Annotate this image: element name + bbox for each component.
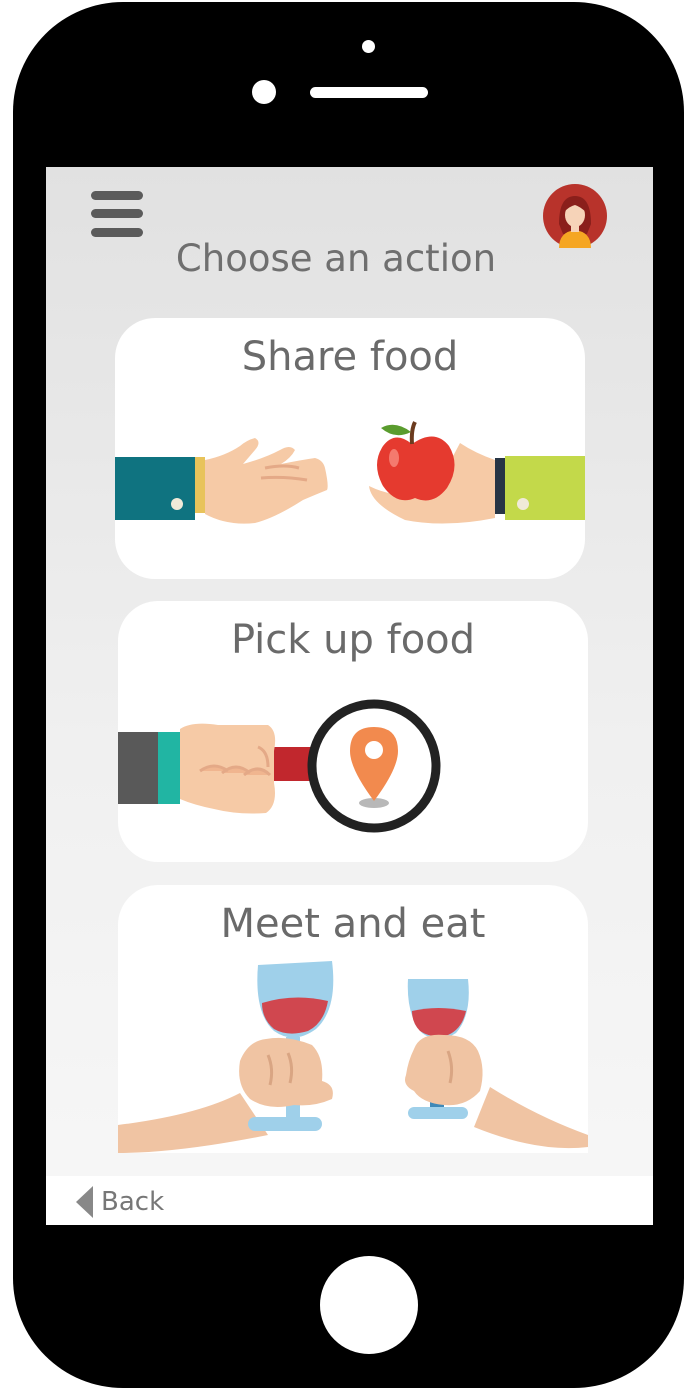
proximity-sensor <box>252 80 276 104</box>
earpiece-speaker <box>310 87 428 98</box>
app-screen: Choose an action Share food Pick up food… <box>46 167 653 1225</box>
bottom-bar: Back <box>46 1176 653 1225</box>
share-food-card[interactable]: Share food <box>115 318 585 579</box>
meet-and-eat-card[interactable]: Meet and eat <box>118 885 588 1153</box>
hamburger-menu-icon[interactable] <box>91 191 143 237</box>
back-button[interactable]: Back <box>76 1186 164 1218</box>
wine-glasses-toast-icon <box>118 961 588 1153</box>
page-title: Choose an action <box>175 237 497 280</box>
front-camera <box>362 40 375 53</box>
back-arrow-icon <box>76 1186 93 1218</box>
back-label: Back <box>101 1187 165 1217</box>
magnifier-location-pin-icon <box>118 699 441 833</box>
home-button[interactable] <box>320 1256 418 1354</box>
pick-up-food-card[interactable]: Pick up food <box>118 601 588 862</box>
hands-sharing-apple-icon <box>115 421 585 524</box>
